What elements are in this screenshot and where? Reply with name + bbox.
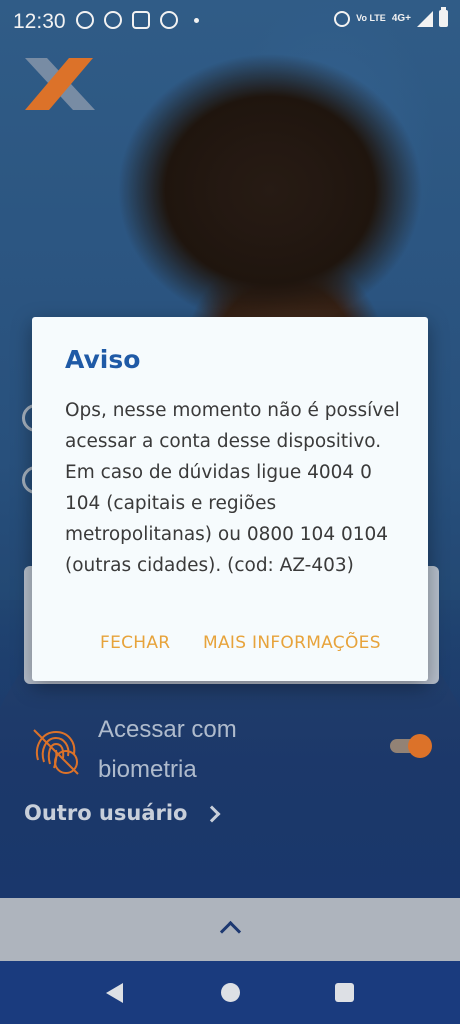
dialog-title: Aviso bbox=[65, 345, 141, 374]
dialog-message: Ops, nesse momento não é possível acessa… bbox=[65, 400, 400, 576]
app-screen: 12:30 Vo LTE 4G+ Acessar com biometria O… bbox=[0, 0, 460, 1024]
more-info-button[interactable]: MAIS INFORMAÇÕES bbox=[203, 633, 381, 653]
warning-dialog: Aviso Ops, nesse momento não é possível … bbox=[32, 317, 428, 681]
dialog-actions: FECHAR MAIS INFORMAÇÕES bbox=[32, 633, 428, 663]
close-button[interactable]: FECHAR bbox=[100, 633, 170, 653]
